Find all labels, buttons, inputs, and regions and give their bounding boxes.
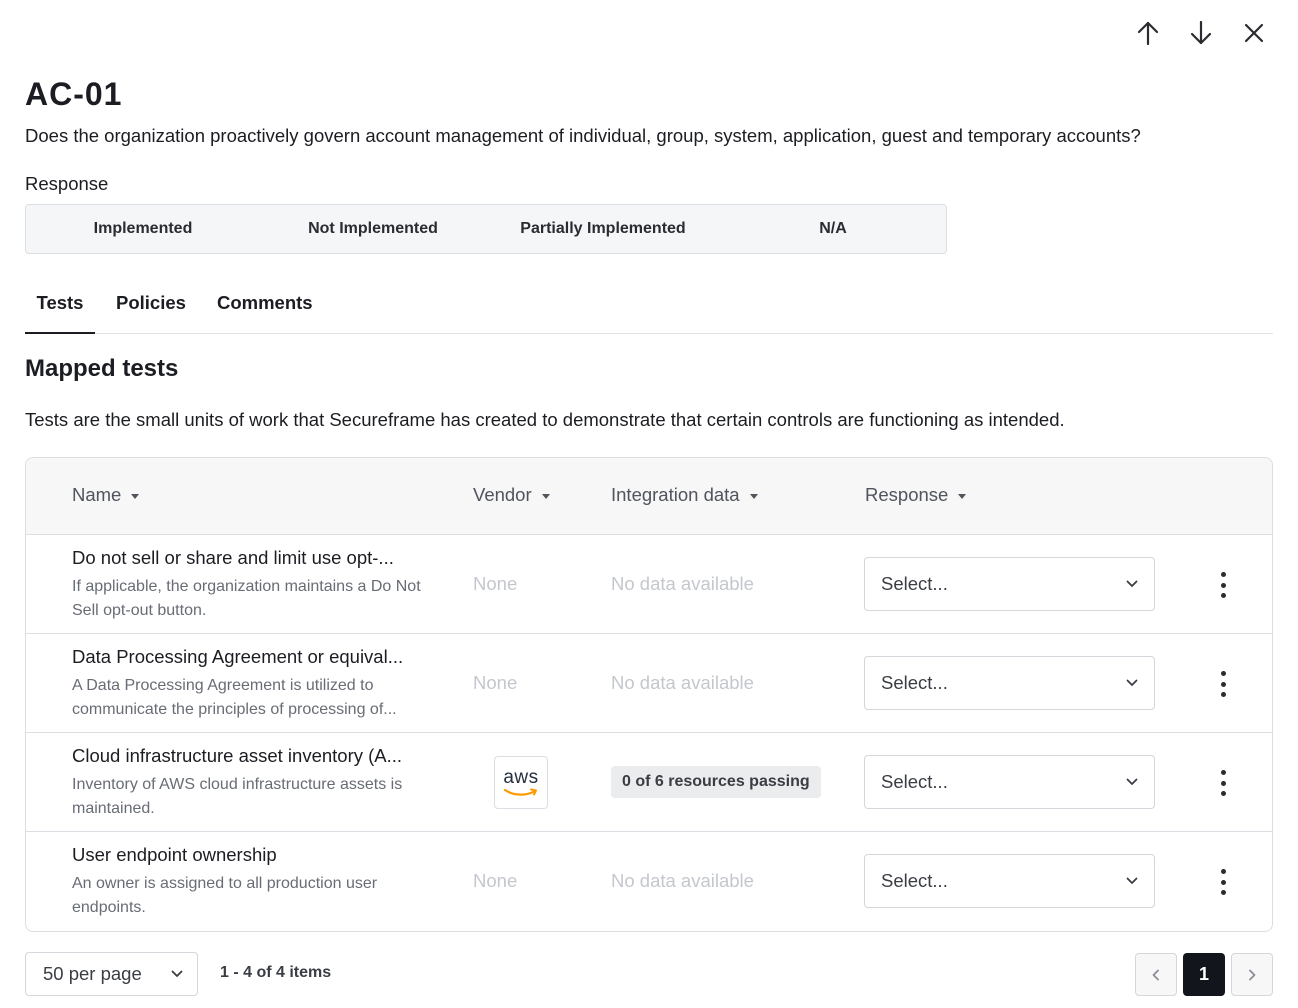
response-segmented-control: Implemented Not Implemented Partially Im… [25,204,947,254]
next-page-button[interactable] [1231,953,1273,996]
chevron-down-icon [1126,580,1138,587]
response-option-implemented[interactable]: Implemented [26,205,256,253]
response-label: Response [25,173,109,194]
aws-smile-icon [503,788,537,796]
previous-button[interactable] [1131,18,1164,48]
sort-caret-icon [958,493,967,499]
chevron-down-icon [171,970,183,977]
chevron-down-icon [1126,877,1138,884]
row-menu-button[interactable] [1211,572,1235,598]
chevron-down-icon [1126,778,1138,785]
arrow-up-icon [1137,21,1158,46]
response-option-not-implemented[interactable]: Not Implemented [256,205,486,253]
column-header-response[interactable]: Response [865,484,967,506]
table-row: Cloud infrastructure asset inventory (A.… [26,733,1272,832]
test-title-link[interactable]: Data Processing Agreement or equival... [72,646,432,668]
test-title-link[interactable]: User endpoint ownership [72,844,432,866]
items-count: 1 - 4 of 4 items [220,964,332,981]
column-header-name[interactable]: Name [72,484,140,506]
column-header-label: Name [72,484,122,505]
tab-policies[interactable]: Policies [116,286,186,333]
response-select[interactable]: Select... [864,557,1155,611]
table-row: Do not sell or share and limit use opt-.… [26,535,1272,634]
kebab-menu-icon [1220,572,1226,577]
test-description: Inventory of AWS cloud infrastructure as… [72,776,403,817]
aws-logo-text: aws [503,767,539,788]
close-icon [1244,23,1263,43]
section-title: Mapped tests [25,355,179,382]
kebab-menu-icon [1220,671,1226,676]
row-menu-button[interactable] [1211,770,1235,796]
response-select[interactable]: Select... [864,854,1155,908]
column-header-label: Integration data [611,484,740,505]
table-header: Name Vendor Integration data Response [26,458,1272,535]
page-number-current[interactable]: 1 [1183,953,1225,996]
sort-caret-icon [541,493,550,499]
per-page-value: 50 per page [43,963,142,984]
test-description: A Data Processing Agreement is utilized … [72,677,397,718]
test-name-cell: Do not sell or share and limit use opt-.… [72,547,432,623]
select-placeholder: Select... [881,870,948,891]
row-menu-button[interactable] [1211,869,1235,895]
test-title-link[interactable]: Cloud infrastructure asset inventory (A.… [72,745,432,767]
tab-bar: Tests Policies Comments [25,286,1273,334]
arrow-down-icon [1190,20,1211,45]
test-name-cell: Cloud infrastructure asset inventory (A.… [72,745,432,821]
column-header-vendor[interactable]: Vendor [473,484,550,506]
vendor-value: None [473,870,518,891]
column-header-integration-data[interactable]: Integration data [611,484,758,506]
close-button[interactable] [1237,18,1270,48]
chevron-down-icon [1126,679,1138,686]
next-button[interactable] [1184,18,1217,48]
test-description: An owner is assigned to all production u… [72,875,378,916]
test-description: If applicable, the organization maintain… [72,578,421,619]
chevron-right-icon [1249,969,1256,980]
tab-comments[interactable]: Comments [217,286,313,333]
control-question: Does the organization proactively govern… [25,125,1141,146]
response-select[interactable]: Select... [864,656,1155,710]
vendor-value: None [473,672,518,693]
integration-value: No data available [611,870,754,891]
select-placeholder: Select... [881,771,948,792]
section-description: Tests are the small units of work that S… [25,409,1065,430]
integration-value: No data available [611,672,754,693]
row-menu-button[interactable] [1211,671,1235,697]
integration-status-badge[interactable]: 0 of 6 resources passing [611,766,821,798]
response-select[interactable]: Select... [864,755,1155,809]
control-id-title: AC-01 [25,76,123,112]
tab-tests[interactable]: Tests [25,286,95,334]
integration-value: No data available [611,573,754,594]
response-option-partially-implemented[interactable]: Partially Implemented [486,205,716,253]
kebab-menu-icon [1220,770,1226,775]
test-name-cell: User endpoint ownership An owner is assi… [72,844,432,920]
test-title-link[interactable]: Do not sell or share and limit use opt-.… [72,547,432,569]
kebab-menu-icon [1220,869,1226,874]
chevron-left-icon [1152,969,1159,980]
vendor-value: None [473,573,518,594]
table-row: Data Processing Agreement or equival... … [26,634,1272,733]
column-header-label: Response [865,484,949,505]
panel-nav [1131,18,1270,48]
test-name-cell: Data Processing Agreement or equival... … [72,646,432,722]
table-row: User endpoint ownership An owner is assi… [26,832,1272,931]
select-placeholder: Select... [881,573,948,594]
per-page-select[interactable]: 50 per page [25,952,198,996]
sort-caret-icon [749,493,758,499]
sort-caret-icon [131,493,140,499]
column-header-label: Vendor [473,484,532,505]
previous-page-button[interactable] [1135,953,1177,996]
aws-logo-icon: aws [494,756,548,809]
select-placeholder: Select... [881,672,948,693]
tests-table: Name Vendor Integration data Response Do… [25,457,1273,932]
response-option-na[interactable]: N/A [716,205,946,253]
